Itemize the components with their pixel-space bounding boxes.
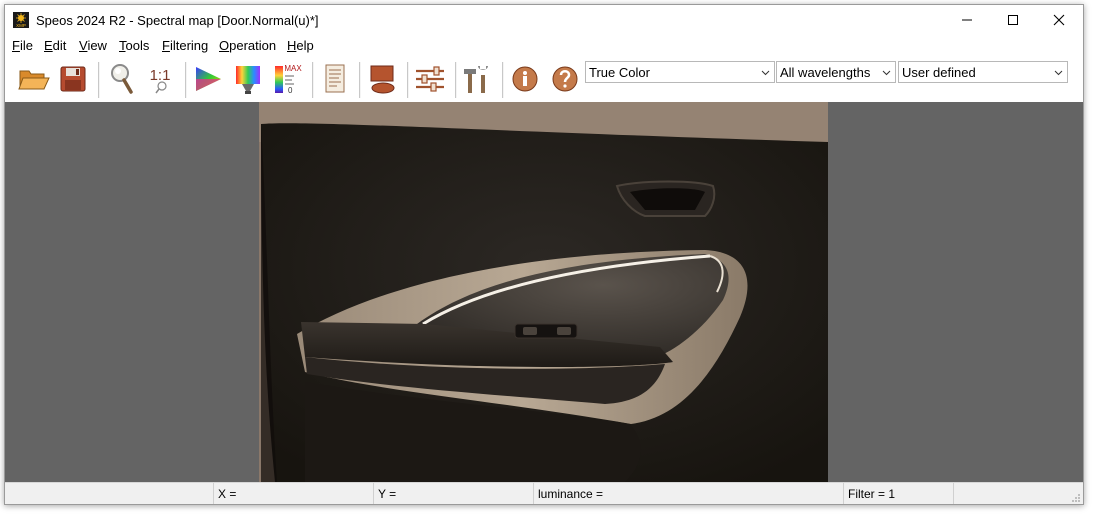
status-luminance: luminance = — [533, 483, 843, 504]
status-extra — [953, 483, 1063, 504]
toolbar: 1:1 MAX 0 True Color All wavelengths Use… — [5, 56, 1083, 102]
maximize-icon — [1008, 15, 1018, 25]
window-title: Speos 2024 R2 - Spectral map [Door.Norma… — [36, 13, 319, 28]
settings-sliders-icon — [416, 66, 444, 92]
svg-text:1:1: 1:1 — [150, 67, 171, 84]
document-button[interactable] — [318, 61, 352, 97]
status-message — [5, 483, 213, 504]
surface-button[interactable] — [366, 61, 400, 97]
toolbar-separator — [185, 62, 187, 98]
minimize-button[interactable] — [944, 5, 990, 35]
title-bar: XMP Speos 2024 R2 - Spectral map [Door.N… — [5, 5, 1083, 36]
document-icon — [325, 64, 345, 93]
menu-edit[interactable]: Edit — [44, 38, 66, 53]
menu-help[interactable]: Help — [287, 38, 314, 53]
surface-icon — [370, 65, 395, 94]
svg-text:MAX: MAX — [284, 64, 302, 73]
maximize-button[interactable] — [990, 5, 1036, 35]
scale-mode-value: User defined — [902, 65, 976, 80]
svg-text:0: 0 — [288, 86, 293, 95]
status-filter: Filter = 1 — [843, 483, 953, 504]
door-render-image — [259, 102, 828, 482]
spectrum-icon — [236, 66, 260, 94]
minimize-icon — [962, 19, 972, 21]
scale-mode-select[interactable]: User defined — [898, 61, 1068, 83]
help-button[interactable] — [548, 61, 582, 97]
close-icon — [1053, 14, 1065, 26]
status-x-coordinate: X = — [213, 483, 373, 504]
info-button[interactable] — [508, 61, 542, 97]
resize-grip-icon[interactable] — [1071, 493, 1081, 503]
toolbar-separator — [359, 62, 361, 98]
chevron-down-icon — [761, 70, 770, 76]
save-icon — [60, 66, 86, 92]
application-window: XMP Speos 2024 R2 - Spectral map [Door.N… — [4, 4, 1084, 505]
svg-text:XMP: XMP — [16, 23, 26, 28]
zoom-button[interactable] — [104, 61, 138, 97]
spectral-map-viewport[interactable] — [5, 102, 1083, 482]
open-button[interactable] — [17, 61, 51, 97]
menu-filtering[interactable]: Filtering — [162, 38, 208, 53]
menu-operation[interactable]: Operation — [219, 38, 276, 53]
toolbar-separator — [312, 62, 314, 98]
toolbar-separator — [407, 62, 409, 98]
color-mode-value: True Color — [589, 65, 650, 80]
wavelength-select[interactable]: All wavelengths — [776, 61, 896, 83]
status-y-coordinate: Y = — [373, 483, 533, 504]
menu-tools[interactable]: Tools — [119, 38, 149, 53]
toolbar-separator — [98, 62, 100, 98]
status-bar: X = Y = luminance = Filter = 1 — [5, 482, 1083, 504]
tools-button[interactable] — [461, 61, 495, 97]
save-button[interactable] — [56, 61, 90, 97]
menu-file[interactable]: File — [12, 38, 33, 53]
tools-icon — [464, 66, 488, 93]
toolbar-separator — [455, 62, 457, 98]
color-mode-select[interactable]: True Color — [585, 61, 775, 83]
spectrum-button[interactable] — [231, 61, 265, 97]
close-button[interactable] — [1036, 5, 1082, 35]
info-icon — [512, 66, 538, 92]
actual-size-icon: 1:1 — [150, 67, 171, 94]
settings-button[interactable] — [413, 61, 447, 97]
chevron-down-icon — [1054, 70, 1063, 76]
wavelength-value: All wavelengths — [780, 65, 871, 80]
max-scale-button[interactable]: MAX 0 — [271, 61, 305, 97]
color-triangle-button[interactable] — [191, 61, 225, 97]
help-icon — [552, 66, 578, 92]
menu-bar: File Edit View Tools Filtering Operation… — [5, 36, 1083, 56]
color-triangle-icon — [196, 67, 221, 91]
chevron-down-icon — [882, 70, 891, 76]
max-scale-icon: MAX 0 — [275, 64, 302, 95]
menu-view[interactable]: View — [79, 38, 107, 53]
app-icon: XMP — [13, 12, 29, 28]
toolbar-separator — [502, 62, 504, 98]
actual-size-button[interactable]: 1:1 — [144, 61, 178, 97]
zoom-icon — [111, 64, 133, 94]
open-folder-icon — [18, 70, 50, 90]
